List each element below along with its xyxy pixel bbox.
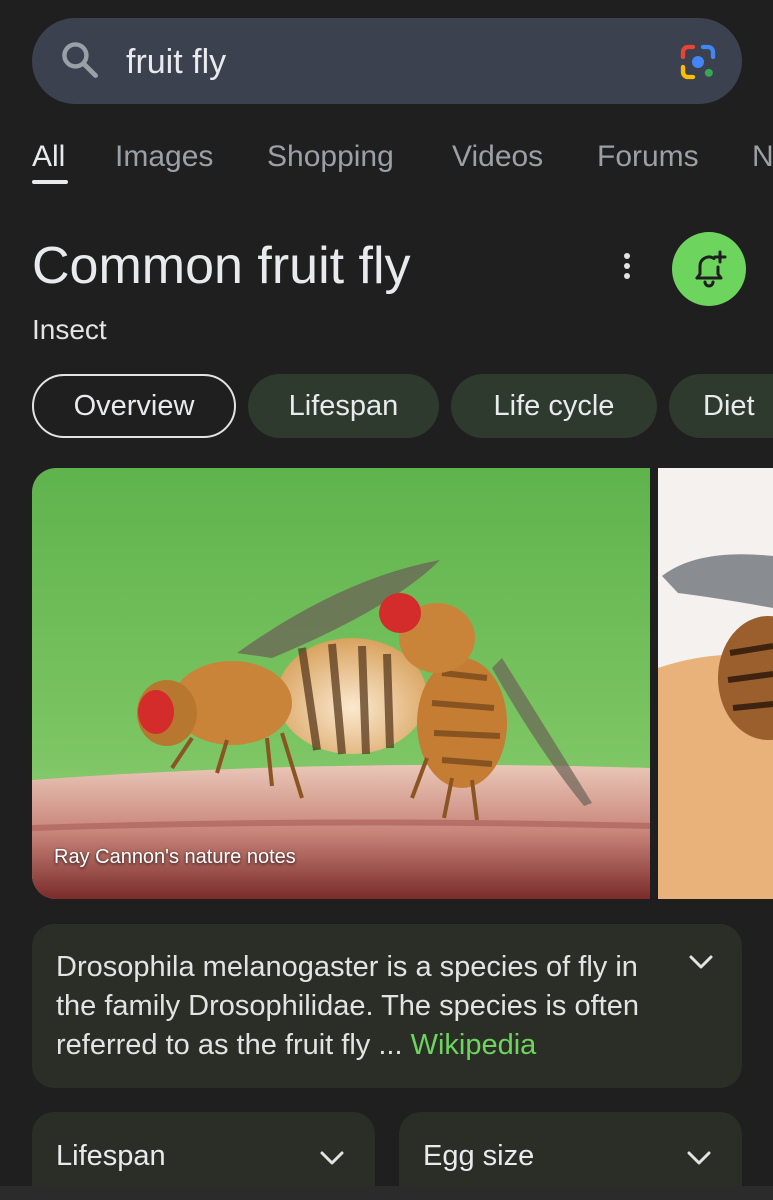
more-vert-icon[interactable] — [612, 248, 642, 284]
second-fruit-fly-photo — [658, 468, 773, 899]
chevron-down-icon[interactable] — [688, 952, 714, 972]
active-tab-indicator — [32, 180, 68, 184]
wikipedia-link[interactable]: Wikipedia — [411, 1029, 537, 1061]
tab-images[interactable]: Images — [115, 140, 213, 174]
chip-diet[interactable]: Diet — [669, 374, 773, 438]
google-lens-icon[interactable] — [678, 42, 718, 82]
search-tabs: All Images Shopping Videos Forums N — [0, 140, 773, 190]
image-caption: Ray Cannon's nature notes — [54, 846, 296, 868]
description-text: Drosophila melanogaster is a species of … — [56, 948, 666, 1065]
tab-forums[interactable]: Forums — [597, 140, 699, 174]
chip-overview[interactable]: Overview — [32, 374, 236, 438]
search-icon[interactable] — [58, 38, 102, 82]
chip-lifespan[interactable]: Lifespan — [248, 374, 439, 438]
fact-label-egg-size: Egg size — [423, 1140, 535, 1172]
entity-title: Common fruit fly — [32, 237, 411, 295]
search-bar[interactable]: fruit fly — [32, 18, 742, 104]
search-input[interactable]: fruit fly — [126, 43, 226, 82]
entity-subtitle: Insect — [32, 314, 107, 345]
chip-life-cycle[interactable]: Life cycle — [451, 374, 657, 438]
description-card[interactable]: Drosophila melanogaster is a species of … — [32, 924, 742, 1088]
description-body: Drosophila melanogaster is a species of … — [56, 951, 639, 1061]
chevron-down-icon — [320, 1151, 344, 1165]
bottom-edge — [0, 1186, 773, 1200]
follow-button[interactable] — [672, 232, 746, 306]
tab-news[interactable]: N — [752, 140, 773, 174]
bell-plus-icon — [695, 250, 727, 288]
fact-label-lifespan: Lifespan — [56, 1140, 166, 1172]
tab-all[interactable]: All — [32, 140, 65, 174]
fruit-fly-photo — [32, 468, 650, 899]
tab-shopping[interactable]: Shopping — [267, 140, 394, 174]
topic-chips: Overview Lifespan Life cycle Diet — [0, 374, 773, 440]
tab-videos[interactable]: Videos — [452, 140, 543, 174]
second-fruit-fly-image[interactable] — [658, 468, 773, 899]
fruit-fly-image[interactable]: Ray Cannon's nature notes — [32, 468, 650, 899]
chevron-down-icon — [687, 1151, 711, 1165]
